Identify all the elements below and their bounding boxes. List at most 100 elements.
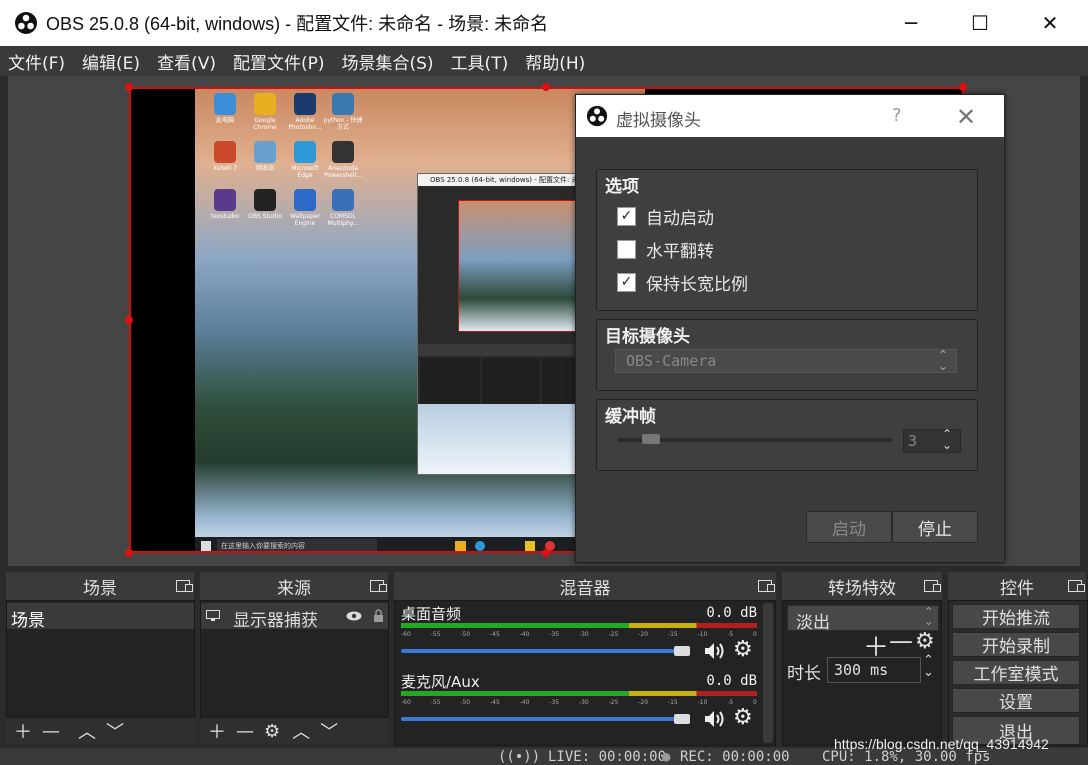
gear-icon[interactable]: ⚙ xyxy=(733,705,753,730)
sources-list[interactable]: 显示器捕获 xyxy=(200,600,389,718)
buffer-slider-knob[interactable] xyxy=(642,434,660,444)
auto-start-checkbox[interactable]: ✓ xyxy=(617,207,636,226)
controls-dock-header: 控件 xyxy=(948,572,1086,600)
keep-aspect-checkbox[interactable]: ✓ xyxy=(617,273,636,292)
live-time: LIVE: 00:00:00 xyxy=(548,749,667,765)
audio-mixer: 桌面音频 0.0 dB -60 -55 -50 -45 -40 -35 -30 -25 -20 -15… xyxy=(394,600,776,746)
undock-icon[interactable] xyxy=(924,580,941,592)
undock-icon[interactable] xyxy=(176,580,193,592)
target-camera-select[interactable]: OBS-Camera ⌃ ⌄ xyxy=(615,349,957,373)
flip-horizontal-checkbox[interactable] xyxy=(617,240,636,259)
maximize-button[interactable]: ☐ xyxy=(945,0,1015,46)
settings-button[interactable]: 设置 xyxy=(952,688,1080,713)
lock-icon[interactable] xyxy=(373,609,384,622)
scenes-dock-title: 场景 xyxy=(83,578,117,599)
mixer-dock-title: 混音器 xyxy=(559,578,611,599)
desktop-icon-label: Anaconda Powershell... xyxy=(324,165,362,179)
title-bar: OBS 25.0.8 (64-bit, windows) - 配置文件: 未命名… xyxy=(0,0,1088,47)
volume-slider-knob[interactable] xyxy=(674,646,691,656)
volume-slider[interactable] xyxy=(401,649,689,653)
sources-dock-header: 来源 xyxy=(200,572,388,600)
move-up-icon[interactable]: ︿ xyxy=(78,718,96,744)
buffer-value: 3 xyxy=(908,432,918,450)
spin-arrows-icon[interactable]: ⌃ ⌄ xyxy=(942,428,952,451)
scenes-list[interactable]: 场景 xyxy=(6,600,195,718)
start-button[interactable]: 启动 xyxy=(806,511,892,543)
start-recording-button[interactable]: 开始录制 xyxy=(952,632,1080,657)
resize-handle[interactable] xyxy=(542,83,550,91)
resize-handle[interactable] xyxy=(959,83,967,91)
desktop-app-icon xyxy=(254,93,276,115)
transitions-dock-title: 转场特效 xyxy=(828,578,896,599)
sources-dock-title: 来源 xyxy=(277,578,311,599)
menu-tools[interactable]: 工具(T) xyxy=(451,49,509,74)
menu-profile[interactable]: 配置文件(P) xyxy=(233,49,325,74)
volume-slider-knob[interactable] xyxy=(674,714,691,724)
add-scene-icon[interactable]: ＋ xyxy=(14,718,32,744)
mixer-scrollbar[interactable] xyxy=(763,603,773,743)
remove-scene-icon[interactable]: — xyxy=(42,721,60,742)
resize-handle[interactable] xyxy=(125,549,133,557)
flip-horizontal-checkbox-row[interactable]: 水平翻转 xyxy=(617,237,714,262)
select-arrows-icon: ⌃ ⌄ xyxy=(924,605,934,628)
speaker-icon[interactable] xyxy=(703,641,725,661)
gear-icon[interactable]: ⚙ xyxy=(264,721,280,742)
desktop-app-icon xyxy=(214,93,236,115)
stop-button[interactable]: 停止 xyxy=(892,511,978,543)
remove-source-icon[interactable]: — xyxy=(236,721,254,742)
meter-scale: -60 -55 -50 -45 -40 -35 -30 -25 -20 -15 -10 -5 0 xyxy=(401,631,757,638)
desktop-app-icon xyxy=(214,141,236,163)
duration-spinbox[interactable]: 300 ms xyxy=(827,657,921,683)
menu-scene-collection[interactable]: 场景集合(S) xyxy=(342,49,434,74)
auto-start-label: 自动启动 xyxy=(646,209,714,229)
keep-aspect-checkbox-row[interactable]: ✓ 保持长宽比例 xyxy=(617,270,748,295)
auto-start-checkbox-row[interactable]: ✓ 自动启动 xyxy=(617,204,714,229)
spin-arrows-icon[interactable]: ⌃ ⌄ xyxy=(923,654,934,679)
desktop-icon-label: python - 快捷方式 xyxy=(323,117,363,131)
add-source-icon[interactable]: ＋ xyxy=(208,718,226,744)
buffer-spinbox[interactable]: 3 ⌃ ⌄ xyxy=(903,428,961,453)
dialog-title: 虚拟摄像头 xyxy=(616,111,701,131)
menu-view[interactable]: 查看(V) xyxy=(157,49,216,74)
watermark: https://blog.csdn.net/qq_43914942 xyxy=(834,736,1049,752)
move-down-icon[interactable]: ﹀ xyxy=(320,718,338,744)
start-streaming-button[interactable]: 开始推流 xyxy=(952,604,1080,629)
undock-icon[interactable] xyxy=(758,580,775,592)
desktop-icon-label: 此电脑 xyxy=(215,117,234,124)
remove-transition-icon[interactable]: — xyxy=(889,627,913,655)
monitor-icon xyxy=(206,610,220,621)
help-button[interactable]: ? xyxy=(892,105,902,126)
list-item[interactable]: 显示器捕获 xyxy=(201,603,388,631)
menu-bar: 文件(F) 编辑(E) 查看(V) 配置文件(P) 场景集合(S) 工具(T) … xyxy=(0,46,1088,76)
resize-handle[interactable] xyxy=(542,549,550,557)
move-up-icon[interactable]: ︿ xyxy=(292,718,310,744)
gear-icon[interactable]: ⚙ xyxy=(915,629,935,654)
rec-dot-icon: ● xyxy=(662,749,671,765)
close-button[interactable]: ✕ xyxy=(1015,0,1085,46)
window-title: OBS 25.0.8 (64-bit, windows) - 配置文件: 未命名… xyxy=(46,14,549,34)
menu-help[interactable]: 帮助(H) xyxy=(525,49,585,74)
dialog-close-button[interactable]: ✕ xyxy=(956,103,976,131)
resize-handle[interactable] xyxy=(125,316,133,324)
minimize-button[interactable]: ─ xyxy=(876,0,946,46)
obs-logo-icon xyxy=(15,12,37,34)
menu-file[interactable]: 文件(F) xyxy=(8,49,65,74)
dialog-title-bar: 虚拟摄像头 ? ✕ xyxy=(576,95,1004,137)
undock-icon[interactable] xyxy=(1068,580,1085,592)
speaker-icon[interactable] xyxy=(703,709,725,729)
gear-icon[interactable]: ⚙ xyxy=(733,637,753,662)
scale-tick: -35 xyxy=(549,631,560,638)
undock-icon[interactable] xyxy=(370,580,387,592)
menu-edit[interactable]: 编辑(E) xyxy=(82,49,140,74)
desktop-icon-label: COMSOL Multiphy... xyxy=(327,213,359,227)
volume-slider[interactable] xyxy=(401,717,689,721)
scene-item-label: 场景 xyxy=(11,611,45,631)
desktop-icon-label: 回收站 xyxy=(255,165,274,172)
desktop-icon-label: Adobe Photosho... xyxy=(288,117,322,131)
list-item[interactable]: 场景 xyxy=(7,603,194,631)
move-down-icon[interactable]: ﹀ xyxy=(106,718,124,744)
studio-mode-button[interactable]: 工作室模式 xyxy=(952,660,1080,685)
resize-handle[interactable] xyxy=(125,83,133,91)
eye-icon[interactable] xyxy=(346,611,362,621)
buffer-frames-title: 缓冲帧 xyxy=(605,407,656,427)
